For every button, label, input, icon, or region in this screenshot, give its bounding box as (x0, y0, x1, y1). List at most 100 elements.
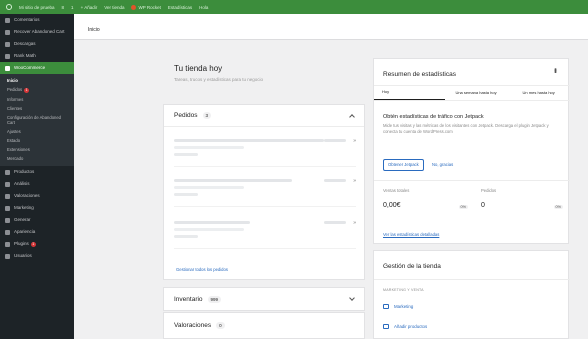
add-products-link[interactable]: Añadir productos (383, 324, 427, 329)
orders-stat-label: Pedidos (481, 188, 497, 193)
get-jetpack-button[interactable]: Obtener Jetpack (383, 159, 424, 171)
wordpress-logo-icon[interactable] (6, 4, 12, 10)
tab-today[interactable]: Hoy (374, 86, 445, 100)
rocket-label: WP Rocket (138, 4, 161, 10)
submenu-item-status[interactable]: Estado (0, 136, 74, 145)
sidebar-item-label: Valoraciones (14, 193, 40, 198)
order-row[interactable]: » (174, 173, 356, 207)
inventory-count: 999 (207, 295, 222, 303)
order-row[interactable]: » (174, 215, 356, 249)
more-icon[interactable]: » (353, 178, 356, 184)
sidebar-item-label: Comentarios (14, 17, 40, 22)
submenu-item-marketplace[interactable]: Mercado (0, 154, 74, 163)
submenu-item-home[interactable]: Inicio (0, 76, 74, 85)
submenu-item-settings[interactable]: Ajustes (0, 127, 74, 136)
sidebar-item-label: Marketing (14, 205, 34, 210)
store-management-title: Gestión de la tienda (383, 263, 441, 270)
sidebar-item-appearance[interactable]: Apariencia (0, 226, 74, 238)
store-today-header: Tu tienda hoy Tareas, trucos y estadísti… (174, 64, 263, 82)
bar-chart-icon (5, 181, 10, 187)
more-icon[interactable]: » (353, 220, 356, 226)
admin-bar-site[interactable]: Mi sitio de prueba (19, 5, 55, 10)
megaphone-icon (5, 205, 10, 211)
orders-count-badge: 1 (24, 88, 30, 93)
admin-bar-updates[interactable]: 8 (62, 5, 65, 10)
net-sales-label: Ventas totales (383, 188, 410, 193)
sidebar-item-reviews[interactable]: Valoraciones (0, 190, 74, 202)
sidebar-item-downloads[interactable]: Descargas (0, 38, 74, 50)
sidebar-item-label: Descargas (14, 41, 36, 46)
chart-icon (5, 53, 10, 59)
page-subtitle: Tareas, trucos y estadísticas para tu ne… (174, 77, 264, 82)
admin-bar-view-store[interactable]: Ver tienda (104, 5, 124, 10)
kebab-menu-icon[interactable]: ••• (551, 68, 558, 72)
net-sales-delta: 0% (458, 205, 468, 209)
page-title: Tu tienda hoy (174, 64, 223, 73)
orders-stat-value: 0 (481, 202, 485, 209)
updates-count: 8 (61, 4, 65, 10)
sidebar-item-analytics[interactable]: Análisis (0, 178, 74, 190)
breadcrumb: Inicio (88, 27, 100, 33)
inventory-card: Inventario 999 (163, 287, 365, 311)
orders-stat[interactable]: Pedidos 0 0% (481, 188, 563, 209)
plugin-icon (5, 241, 10, 247)
plugins-count-badge: 1 (30, 242, 36, 247)
inventory-card-header[interactable]: Inventario 999 (164, 288, 364, 310)
stats-label: Estadísticas (167, 4, 193, 10)
submenu-item-reports[interactable]: Informes (0, 95, 74, 104)
new-label: + Añadir (80, 4, 98, 10)
sidebar-item-label: Generar (14, 217, 31, 222)
marketing-link-label: Marketing (394, 304, 414, 309)
sidebar-item-marketing[interactable]: Marketing (0, 202, 74, 214)
box-icon (5, 169, 10, 175)
stats-tabs: Hoy Una semana hasta hoy Un mes hasta ho… (374, 85, 570, 101)
reviews-title: Valoraciones (174, 321, 212, 329)
chevron-down-icon[interactable] (349, 295, 355, 301)
submenu-item-customers[interactable]: Clientes (0, 104, 74, 113)
sidebar-item-generate[interactable]: Generar (0, 214, 74, 226)
marketing-link[interactable]: Marketing (383, 304, 413, 309)
admin-bar: Mi sitio de prueba 8 1 + Añadir Ver tien… (0, 0, 588, 14)
admin-bar-rocket[interactable]: WP Rocket (131, 4, 161, 10)
order-row[interactable]: » (174, 133, 356, 167)
admin-bar-new[interactable]: + Añadir (81, 5, 98, 10)
submenu-item-abandoned-cart-settings[interactable]: Configuración de Abandoned Cart (0, 113, 74, 127)
users-icon (5, 253, 10, 259)
sidebar-item-abandoned-cart[interactable]: Recover Abandoned Cart (0, 26, 74, 38)
orders-card-header[interactable]: Pedidos 3 (164, 105, 364, 127)
manage-orders-link[interactable]: Gestionar todos los pedidos (176, 267, 228, 272)
submenu-item-label: Pedidos (7, 87, 23, 92)
stats-overview-card: Resumen de estadísticas ••• Hoy Una sema… (373, 58, 570, 244)
sidebar-item-plugins[interactable]: Plugins 1 (0, 238, 74, 250)
sidebar-item-woocommerce[interactable]: WooCommerce (0, 62, 74, 74)
jetpack-description: Mide tus visitas y las métricas de los v… (383, 123, 549, 134)
admin-bar-comments[interactable]: 1 (71, 5, 74, 10)
more-icon[interactable]: » (353, 138, 356, 144)
tab-month[interactable]: Un mes hasta hoy (507, 86, 570, 100)
reviews-card: Valoraciones 0 (163, 312, 365, 339)
tab-week[interactable]: Una semana hasta hoy (445, 86, 508, 100)
reviews-count: 0 (216, 321, 225, 329)
woocommerce-submenu: Inicio Pedidos 1 Informes Clientes Config… (0, 74, 74, 166)
sidebar-item-label: Usuarios (14, 253, 32, 258)
sidebar-item-users[interactable]: Usuarios (0, 250, 74, 262)
download-icon (5, 41, 10, 47)
sidebar-item-label: Recover Abandoned Cart (14, 29, 65, 34)
divider (374, 279, 570, 280)
reviews-card-header[interactable]: Valoraciones 0 (164, 313, 364, 337)
admin-bar-stats[interactable]: Estadísticas (168, 5, 192, 10)
submenu-item-extensions[interactable]: Extensiones (0, 145, 74, 154)
sidebar-item-products[interactable]: Productos (0, 166, 74, 178)
sidebar-item-comments[interactable]: Comentarios (0, 14, 74, 26)
orders-count: 3 (202, 112, 212, 119)
net-sales-stat[interactable]: Ventas totales 0,00€ 0% (383, 188, 473, 209)
orders-stat-delta: 0% (553, 205, 563, 209)
view-detailed-stats-link[interactable]: Ver las estadísticas detalladas (383, 232, 439, 237)
chevron-up-icon[interactable] (349, 113, 355, 120)
submenu-item-orders[interactable]: Pedidos 1 (0, 85, 74, 95)
admin-bar-howdy[interactable]: Hola (199, 5, 208, 10)
sidebar-item-label: Plugins (14, 241, 29, 246)
no-thanks-button[interactable]: No, gracias (432, 159, 453, 171)
megaphone-icon (383, 304, 389, 309)
sidebar-item-rank-math[interactable]: Rank Math (0, 50, 74, 62)
